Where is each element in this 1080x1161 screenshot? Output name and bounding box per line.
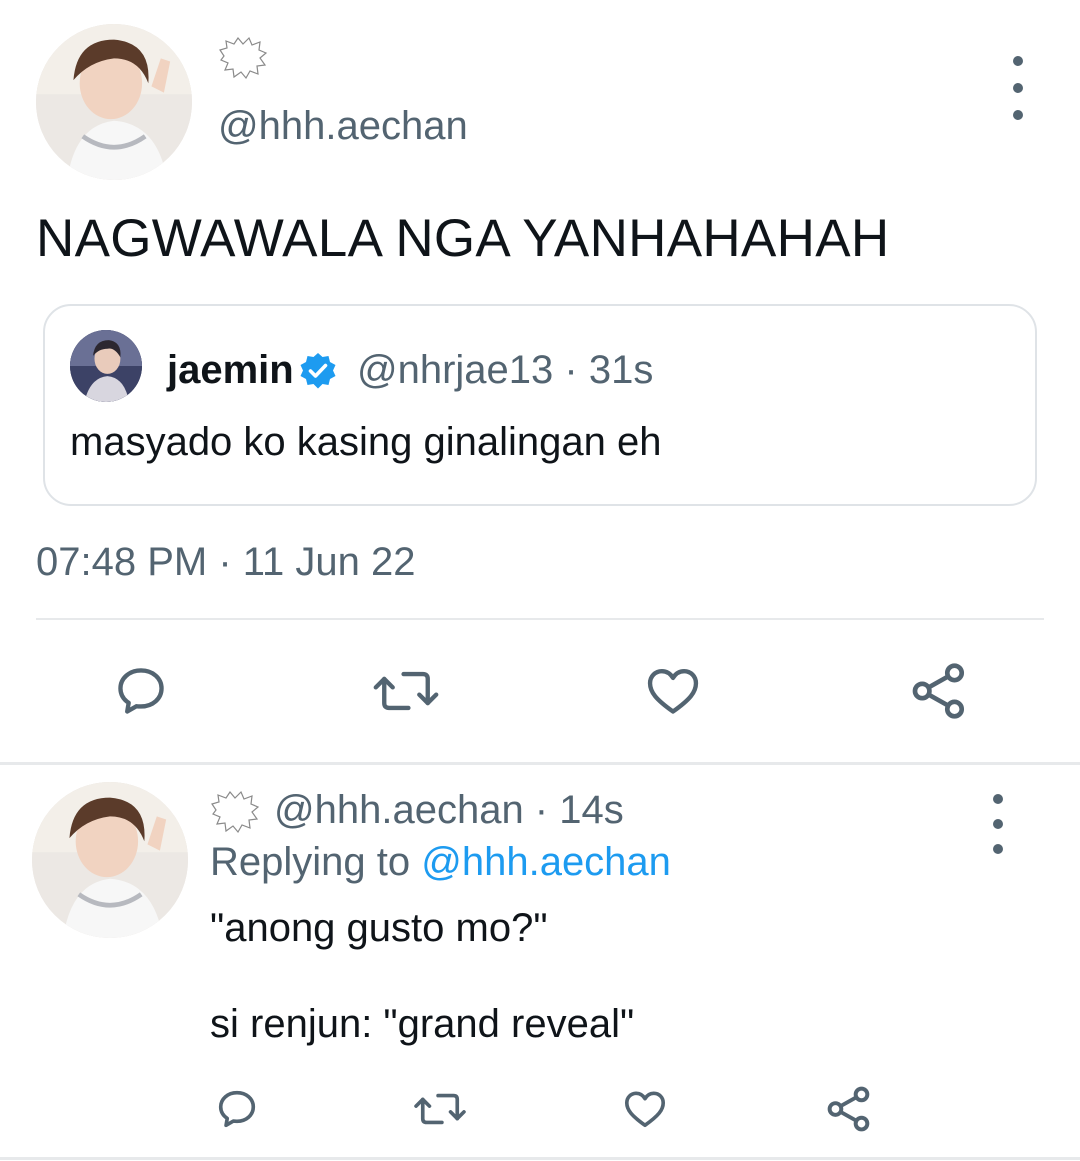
more-options-icon[interactable] [988, 794, 1008, 854]
tweet-text: NAGWAWALA NGA YANHAHAHAH [36, 209, 890, 268]
more-options-icon[interactable] [1008, 56, 1028, 120]
replying-to-label: Replying to [210, 840, 422, 884]
replying-to-line: Replying to @hhh.aechan [210, 840, 671, 885]
like-icon[interactable] [642, 662, 704, 720]
quoted-author-avatar[interactable] [70, 330, 142, 402]
reply-text-line: "anong gusto mo?" [210, 906, 548, 950]
retweet-icon[interactable] [412, 1086, 468, 1132]
retweet-icon[interactable] [372, 662, 440, 720]
quoted-tweet-card[interactable]: jaemin @nhrjae13 · 31s masyado ko kasing… [43, 304, 1037, 506]
like-icon[interactable] [620, 1086, 670, 1132]
reply-text-line: si renjun: "grand reveal" [210, 1002, 635, 1046]
reply-icon[interactable] [214, 1086, 260, 1132]
quoted-author-name[interactable]: jaemin [167, 348, 294, 393]
reply-handle-time[interactable]: @hhh.aechan · 14s [274, 788, 624, 833]
quoted-tweet-text: masyado ko kasing ginalingan eh [70, 420, 662, 464]
quoted-handle-time: @nhrjae13 · 31s [357, 348, 654, 392]
speech-bubble-badge-icon [210, 790, 260, 836]
author-handle[interactable]: @hhh.aechan [218, 104, 468, 149]
reply-icon[interactable] [112, 662, 170, 720]
share-icon[interactable] [824, 1084, 874, 1134]
speech-bubble-badge-icon [218, 36, 268, 82]
bottom-divider [0, 1157, 1080, 1160]
section-divider [0, 762, 1080, 765]
reply-author-avatar[interactable] [32, 782, 188, 938]
divider [36, 618, 1044, 620]
author-avatar[interactable] [36, 24, 192, 180]
replying-to-mention[interactable]: @hhh.aechan [421, 840, 671, 884]
verified-badge-icon [298, 351, 338, 391]
tweet-timestamp[interactable]: 07:48 PM · 11 Jun 22 [36, 540, 416, 585]
share-icon[interactable] [908, 660, 970, 722]
